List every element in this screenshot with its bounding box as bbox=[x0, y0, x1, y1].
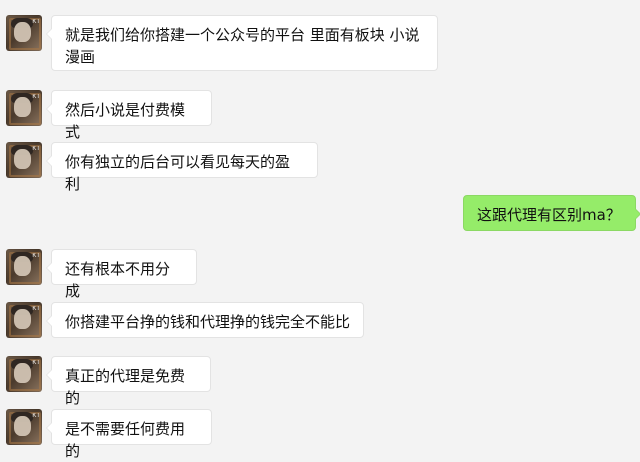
sender-avatar[interactable]: KT bbox=[6, 409, 42, 445]
message-bubble[interactable]: 还有根本不用分成 bbox=[46, 249, 197, 300]
sender-avatar[interactable]: KT bbox=[6, 15, 42, 51]
avatar-badge: KT bbox=[32, 413, 40, 419]
message-bubble[interactable]: 是不需要任何费用的 bbox=[46, 409, 212, 460]
message-text: 还有根本不用分成 bbox=[65, 260, 171, 300]
avatar-badge: KT bbox=[32, 19, 40, 25]
sender-avatar[interactable]: KT bbox=[6, 302, 42, 338]
message-bubble[interactable]: 你搭建平台挣的钱和代理挣的钱完全不能比 bbox=[46, 302, 364, 338]
message-bubble-self[interactable]: 这跟代理有区别ma？ bbox=[463, 195, 640, 231]
avatar-badge: KT bbox=[32, 94, 40, 100]
avatar-badge: KT bbox=[32, 360, 40, 366]
message-bubble[interactable]: 真正的代理是免费的 bbox=[46, 356, 211, 407]
sender-avatar[interactable]: KT bbox=[6, 356, 42, 392]
message-text: 这跟代理有区别ma？ bbox=[477, 206, 621, 224]
message-bubble[interactable]: 然后小说是付费模式 bbox=[46, 90, 212, 141]
message-text: 就是我们给你搭建一个公众号的平台 里面有板块 小说漫画 bbox=[65, 26, 420, 66]
avatar-badge: KT bbox=[32, 306, 40, 312]
avatar-badge: KT bbox=[32, 253, 40, 259]
message-text: 然后小说是付费模式 bbox=[65, 101, 186, 141]
message-text: 你有独立的后台可以看见每天的盈利 bbox=[65, 153, 291, 193]
message-text: 是不需要任何费用的 bbox=[65, 420, 186, 460]
message-bubble[interactable]: 你有独立的后台可以看见每天的盈利 bbox=[46, 142, 318, 193]
sender-avatar[interactable]: KT bbox=[6, 142, 42, 178]
message-bubble[interactable]: 就是我们给你搭建一个公众号的平台 里面有板块 小说漫画 bbox=[46, 15, 438, 71]
sender-avatar[interactable]: KT bbox=[6, 90, 42, 126]
sender-avatar[interactable]: KT bbox=[6, 249, 42, 285]
message-text: 你搭建平台挣的钱和代理挣的钱完全不能比 bbox=[65, 313, 351, 331]
chat-conversation: KT 就是我们给你搭建一个公众号的平台 里面有板块 小说漫画 KT 然后小说是付… bbox=[0, 0, 640, 460]
message-text: 真正的代理是免费的 bbox=[65, 367, 186, 407]
avatar-badge: KT bbox=[32, 146, 40, 152]
